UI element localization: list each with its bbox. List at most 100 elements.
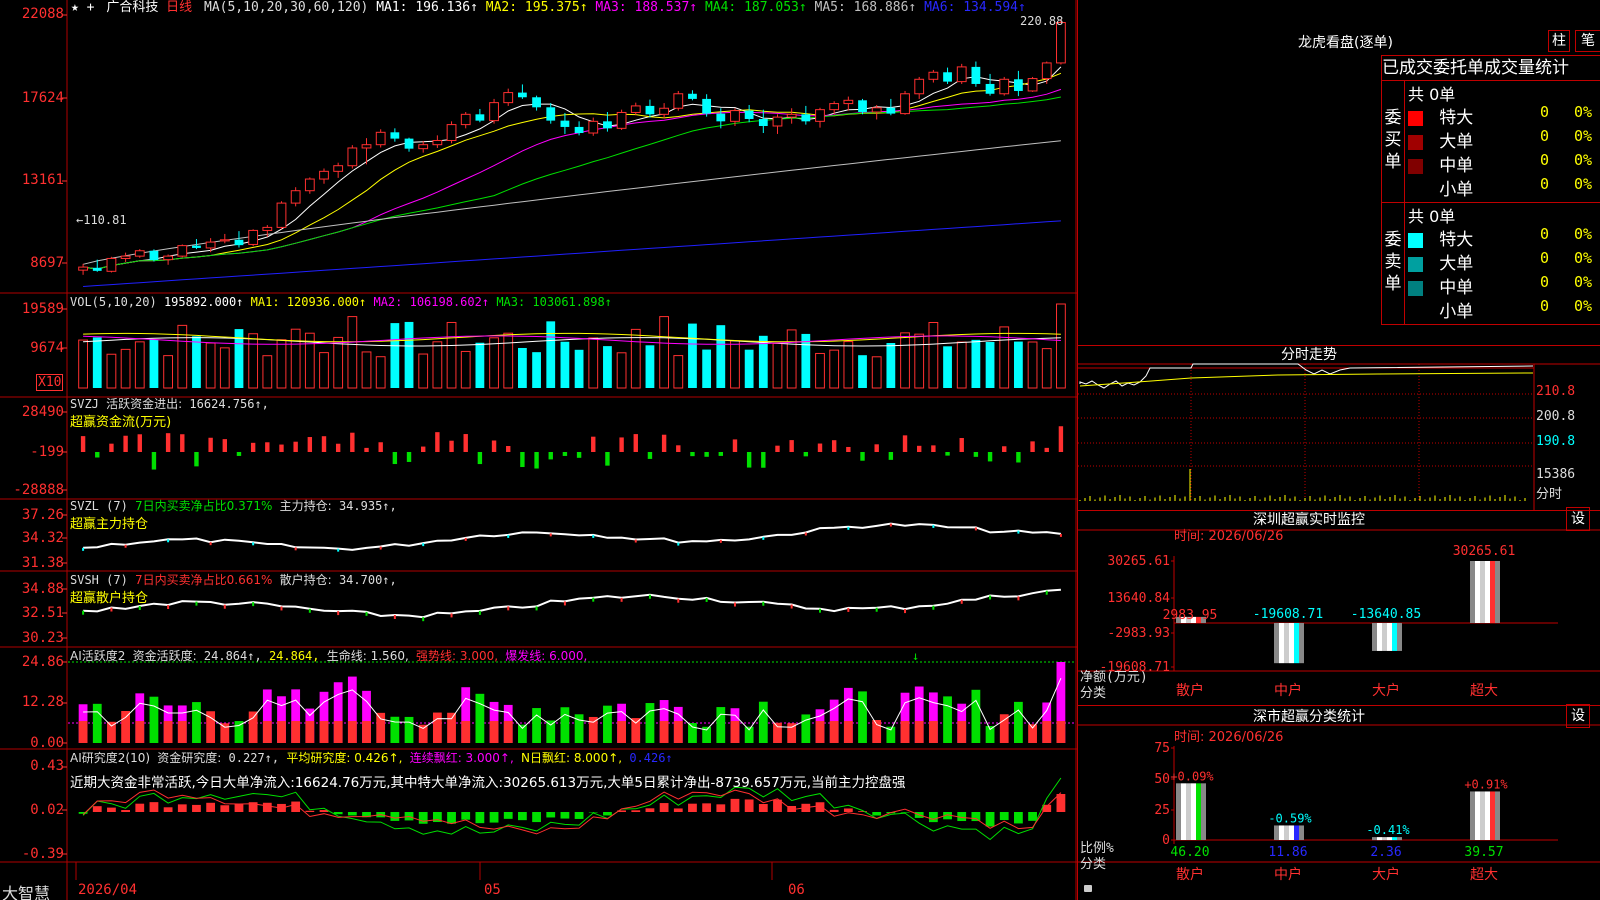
buy-row-l: 大单 0 0% [1408,127,1600,152]
tab-volume[interactable]: 成交量 [1484,58,1535,78]
svzj-bar-60 [931,445,936,452]
classify-svg-category-3: 超大 [1470,867,1498,883]
svzl-y-tick-2: 31.38 [21,555,64,571]
activity-base-6 [163,721,173,743]
sell-row-s: 小单 0 0% [1408,297,1600,322]
activity-base-41 [659,721,669,743]
add-icon[interactable]: + [87,0,95,15]
study-bar-47 [744,799,754,812]
tab-filled[interactable]: 已成交 [1382,58,1433,78]
monitor-panel: 深圳超赢实时监控 设 时间: 2026/06/26 30265.61 13640.… [1077,507,1600,705]
study-avg: 平均研究度: 0.426↑, [286,751,403,765]
volume-bar-40 [645,345,655,388]
volume-bar-22 [390,323,400,388]
stock-name: 广合科技 [106,0,159,15]
activity-bar-37 [603,705,612,743]
svzj-value: 16624.756↑, [189,397,269,411]
sell-l-pct: 0% [1574,249,1593,267]
candle-body-26 [446,124,457,141]
monitor-svg-y-title: 净额(万元) [1080,670,1148,685]
classify-svg-bar-1 [1274,825,1304,840]
monitor-svg-bar-1-stripe-0 [1274,623,1279,664]
study-bar-33 [546,812,556,818]
sell-xl-swatch [1408,232,1423,248]
classify-svg-bar-0-stripe-3 [1191,783,1196,840]
candle-body-4 [134,250,145,257]
sell-s-value: 0 [1540,297,1550,315]
candle-body-47 [744,110,754,119]
candle-body-25 [432,139,443,146]
volume-bar-9 [205,342,216,389]
study-bar-24 [418,812,428,824]
volume-bar-46 [730,340,740,389]
buy-l-value: 0 [1540,127,1550,145]
intraday-svg[interactable] [1078,346,1600,511]
buy-side-label: 委买单 [1384,108,1402,172]
svzj-bar-3 [123,435,128,452]
classify-svg-bar-3-stripe-0 [1470,791,1475,840]
svzj-bar-66 [1016,452,1021,463]
study-bar-3 [121,810,130,812]
activity-bar-56 [872,720,882,743]
tab-orders[interactable]: 委托单 [1433,58,1484,78]
volume-bar-14 [276,339,287,389]
candle-body-21 [375,131,386,146]
ai2-v1: 24.864↑, [203,649,262,663]
svzl-y-tick-1: 34.32 [21,530,64,546]
svzj-bar-19 [350,432,355,452]
price-y-tick-2: 13161 [21,172,64,188]
activity-bar-10 [220,723,230,743]
study-bar-40 [645,808,655,812]
activity-bar-39 [631,718,641,743]
study-label: 资金研究度: [157,751,222,765]
classify-svg-category-0: 散户 [1176,866,1204,883]
classify-svg-bar-1-stripe-2 [1284,825,1289,840]
activity-bar-25 [432,712,442,743]
study-bar-11 [234,803,244,812]
svzj-label: 活跃资金进出: [106,397,183,411]
classify-svg-bar-2-stripe-1 [1377,837,1382,841]
svzj-bar-63 [973,452,979,457]
sell-s-label: 小单 [1439,302,1474,322]
sell-m-pct: 0% [1574,273,1593,291]
study-bar-69 [1056,794,1066,812]
volume-bar-52 [815,352,825,389]
svzj-bar-42 [676,445,681,452]
volume-bar-25 [432,341,443,389]
monitor-svg-y-tick-1: 13640.84 [1107,591,1170,606]
favorite-star-icon[interactable]: ★ [71,0,79,15]
volume-bar-15 [290,328,301,389]
activity-bar-49 [773,722,782,743]
bar-mode-button[interactable]: 柱 [1548,30,1570,52]
volume-bar-54 [843,341,854,389]
svzl-y-tick-0: 37.26 [21,507,64,523]
classify-svg-bar-0-stripe-2 [1186,783,1191,840]
ai2-label: 资金活跃度: [132,649,197,663]
tab-stats[interactable]: 统计 [1535,58,1569,78]
svzj-bar-34 [562,452,568,456]
monitor-svg-bar-1-stripe-5 [1299,623,1304,664]
monitor-svg-bar-2-stripe-1 [1377,623,1382,651]
candle-body-62 [956,66,967,83]
candle-body-68 [1041,62,1052,80]
pen-mode-button[interactable]: 笔 [1575,30,1600,52]
volume-bar-30 [503,332,514,389]
volume-bar-0 [78,339,88,389]
period-label[interactable]: 日线 [166,0,192,15]
volume-bar-32 [532,352,541,388]
activity-base-7 [177,721,187,743]
study-line-red [82,789,1062,835]
svzj-bar-18 [335,443,341,452]
svzj-bar-24 [421,446,426,452]
buy-l-label: 大单 [1439,132,1474,152]
intraday-panel[interactable]: 分时走势 210.8 200.8 190.8 15386 分时 [1077,345,1600,511]
volume-bar-27 [460,350,471,389]
candle-body-40 [645,105,655,115]
activity-base-30 [503,721,513,743]
svzj-bar-48 [761,452,766,468]
svzj-y-tick-0: 28490 [21,404,64,420]
volume-bar-66 [1014,341,1023,388]
svzj-bar-44 [704,452,709,457]
study-bar-8 [192,804,201,812]
main-chart[interactable]: ↓ ★ + 广合科技 日线 MA(5,10,20,30,60,120) MA1:… [0,0,1092,900]
